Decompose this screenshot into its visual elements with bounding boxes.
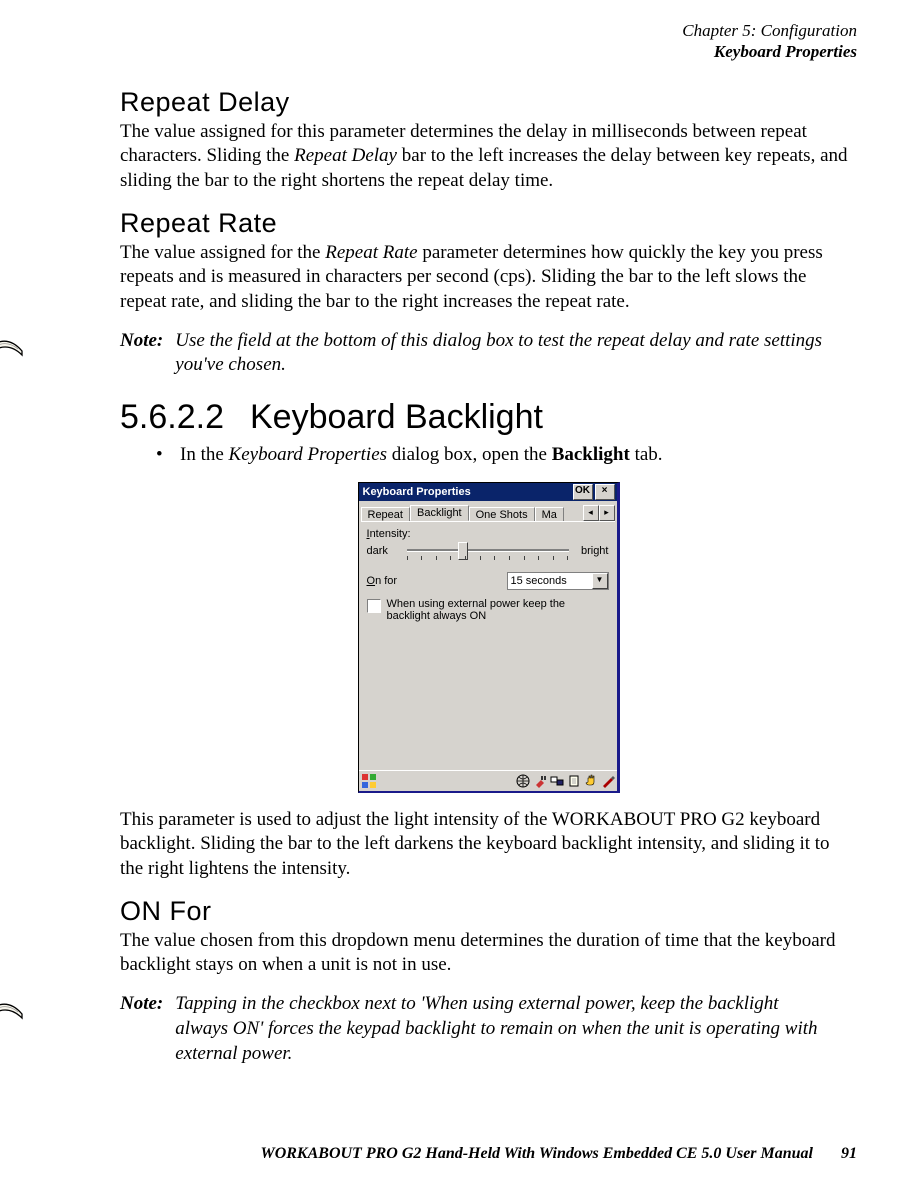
intensity-label: Intensity: <box>367 528 609 540</box>
page-footer: WORKABOUT PRO G2 Hand-Held With Windows … <box>260 1145 857 1163</box>
running-header: Chapter 5: Configuration Keyboard Proper… <box>40 20 857 63</box>
on-for-row: On for 15 seconds ▼ <box>367 572 609 590</box>
tray-globe-icon[interactable] <box>516 774 530 788</box>
heading-on-for: ON For <box>120 896 857 927</box>
tray-pen-icon[interactable] <box>601 774 615 788</box>
dialog-title: Keyboard Properties <box>363 486 571 498</box>
on-for-label: On for <box>367 575 507 587</box>
keyboard-properties-dialog: Keyboard Properties OK × Repeat Backligh… <box>358 482 620 793</box>
dialog-figure: Keyboard Properties OK × Repeat Backligh… <box>120 482 857 794</box>
tab-repeat[interactable]: Repeat <box>361 507 410 522</box>
tab-panel-backlight: Intensity: dark bright On fo <box>361 521 615 768</box>
tab-scroll-left[interactable]: ◂ <box>583 505 599 521</box>
para-on-for: The value chosen from this dropdown menu… <box>120 929 857 978</box>
note-1: Note:Use the field at the bottom of this… <box>0 329 857 378</box>
on-for-dropdown[interactable]: 15 seconds ▼ <box>507 572 609 590</box>
content-area: Repeat Delay The value assigned for this… <box>120 87 857 315</box>
tab-scroll: ◂ ▸ <box>583 505 615 521</box>
start-icon[interactable] <box>361 773 377 789</box>
intensity-slider-row: dark bright <box>367 542 609 560</box>
bullet-item: In the Keyboard Properties dialog box, o… <box>156 443 857 468</box>
section-line: Keyboard Properties <box>40 41 857 62</box>
note-2: Note:Tapping in the checkbox next to 'Wh… <box>0 992 857 1066</box>
ok-button[interactable]: OK <box>573 484 593 500</box>
tray-hand-icon[interactable] <box>584 774 598 788</box>
dropdown-value: 15 seconds <box>508 575 592 587</box>
heading-keyboard-backlight: 5.6.2.2Keyboard Backlight <box>120 398 857 437</box>
footer-text: WORKABOUT PRO G2 Hand-Held With Windows … <box>260 1145 813 1162</box>
tab-backlight[interactable]: Backlight <box>410 505 469 521</box>
para-repeat-delay: The value assigned for this parameter de… <box>120 120 857 194</box>
tab-strip: Repeat Backlight One Shots Ma ◂ ▸ <box>359 501 617 521</box>
checkbox-label: When using external power keep the backl… <box>387 598 609 622</box>
heading-repeat-rate: Repeat Rate <box>120 208 857 239</box>
slider-ticks <box>407 556 569 562</box>
chevron-down-icon[interactable]: ▼ <box>592 573 608 589</box>
always-on-checkbox-row[interactable]: When using external power keep the backl… <box>367 598 609 622</box>
intensity-slider[interactable] <box>407 542 569 560</box>
slider-min-label: dark <box>367 545 407 557</box>
book-icon <box>0 992 24 1027</box>
note-2-text: Note:Tapping in the checkbox next to 'Wh… <box>120 992 857 1066</box>
taskbar <box>359 770 617 791</box>
bullet-list: In the Keyboard Properties dialog box, o… <box>156 443 857 468</box>
slider-track <box>407 549 569 552</box>
tab-one-shots[interactable]: One Shots <box>469 507 535 522</box>
checkbox[interactable] <box>367 599 381 613</box>
book-icon <box>0 329 24 364</box>
note-1-text: Note:Use the field at the bottom of this… <box>120 329 857 378</box>
tab-macro[interactable]: Ma <box>535 507 564 522</box>
slider-max-label: bright <box>569 545 609 557</box>
tray-network-icon[interactable] <box>550 774 564 788</box>
para-backlight: This parameter is used to adjust the lig… <box>120 808 857 882</box>
para-repeat-rate: The value assigned for the Repeat Rate p… <box>120 241 857 315</box>
dialog-titlebar[interactable]: Keyboard Properties OK × <box>359 483 617 501</box>
heading-repeat-delay: Repeat Delay <box>120 87 857 118</box>
page: Chapter 5: Configuration Keyboard Proper… <box>0 0 897 1193</box>
chapter-line: Chapter 5: Configuration <box>40 20 857 41</box>
page-number: 91 <box>841 1145 857 1162</box>
tab-scroll-right[interactable]: ▸ <box>599 505 615 521</box>
close-button[interactable]: × <box>595 484 615 500</box>
tray-plug-icon[interactable] <box>533 774 547 788</box>
tray-doc-icon[interactable] <box>567 774 581 788</box>
